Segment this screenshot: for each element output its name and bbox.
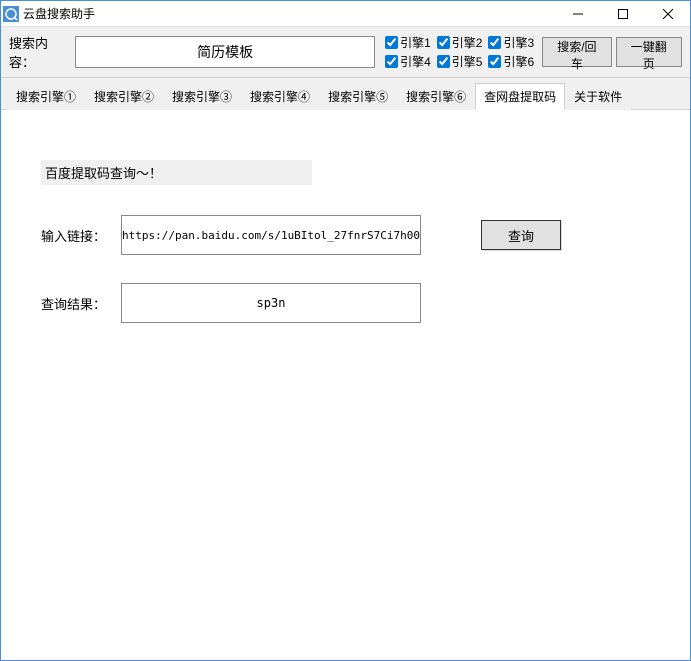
engine-checkbox-4[interactable] — [385, 55, 398, 68]
engine-checkbox-2[interactable] — [437, 36, 450, 49]
tab-engine-2[interactable]: 搜索引擎② — [85, 83, 163, 110]
flip-page-button[interactable]: 一键翻页 — [616, 37, 682, 67]
engine-check-1[interactable]: 引擎1 — [385, 34, 431, 51]
app-icon — [3, 6, 19, 22]
url-input[interactable] — [121, 215, 421, 255]
query-button[interactable]: 查询 — [481, 220, 561, 250]
tab-content-panel: 百度提取码查询～！ 输入链接： 查询 查询结果： sp3n — [1, 110, 690, 660]
result-row: 查询结果： sp3n — [41, 283, 650, 323]
tab-engine-3[interactable]: 搜索引擎③ — [163, 83, 241, 110]
tab-about[interactable]: 关于软件 — [565, 83, 631, 110]
search-toolbar: 搜索内容： 引擎1 引擎2 引擎3 引擎4 引擎5 引擎6 搜索/回车 一键翻页 — [1, 27, 690, 78]
minimize-button[interactable] — [555, 1, 600, 27]
minimize-icon — [573, 9, 583, 19]
engine-checkbox-6[interactable] — [488, 55, 501, 68]
engine-check-3[interactable]: 引擎3 — [488, 34, 534, 51]
engine-check-2[interactable]: 引擎2 — [437, 34, 483, 51]
engine-checkbox-1[interactable] — [385, 36, 398, 49]
close-icon — [663, 9, 673, 19]
search-label: 搜索内容： — [9, 33, 69, 71]
maximize-button[interactable] — [600, 1, 645, 27]
search-button[interactable]: 搜索/回车 — [542, 37, 611, 67]
tab-engine-6[interactable]: 搜索引擎⑥ — [397, 83, 475, 110]
panel-heading: 百度提取码查询～！ — [41, 160, 312, 185]
url-input-row: 输入链接： 查询 — [41, 215, 650, 255]
titlebar: 云盘搜索助手 — [1, 1, 690, 27]
url-label: 输入链接： — [41, 226, 121, 245]
engine-checkbox-3[interactable] — [488, 36, 501, 49]
maximize-icon — [618, 9, 628, 19]
engine-checkbox-group: 引擎1 引擎2 引擎3 引擎4 引擎5 引擎6 — [385, 34, 534, 70]
tab-extract-code[interactable]: 查网盘提取码 — [475, 83, 565, 110]
tab-engine-1[interactable]: 搜索引擎① — [7, 83, 85, 110]
engine-check-6[interactable]: 引擎6 — [488, 53, 534, 70]
window-title: 云盘搜索助手 — [23, 5, 95, 22]
engine-check-4[interactable]: 引擎4 — [385, 53, 431, 70]
tabs-row: 搜索引擎① 搜索引擎② 搜索引擎③ 搜索引擎④ 搜索引擎⑤ 搜索引擎⑥ 查网盘提… — [1, 78, 690, 110]
tab-engine-4[interactable]: 搜索引擎④ — [241, 83, 319, 110]
engine-check-5[interactable]: 引擎5 — [437, 53, 483, 70]
search-input[interactable] — [75, 36, 375, 68]
app-window: 云盘搜索助手 搜索内容： 引擎1 引擎2 引擎3 引擎4 引擎5 引擎6 搜索/… — [0, 0, 691, 661]
engine-checkbox-5[interactable] — [437, 55, 450, 68]
result-label: 查询结果： — [41, 294, 121, 313]
close-button[interactable] — [645, 1, 690, 27]
tab-engine-5[interactable]: 搜索引擎⑤ — [319, 83, 397, 110]
result-value: sp3n — [121, 283, 421, 323]
